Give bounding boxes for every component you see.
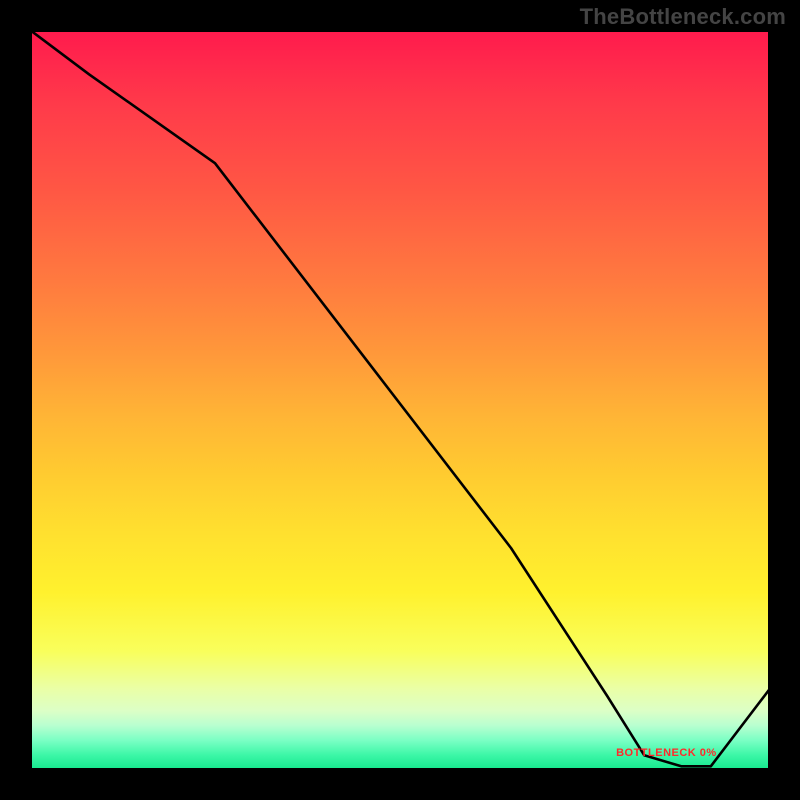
plot-gradient-bg (30, 30, 770, 770)
plot-area: BOTTLENECK 0% (30, 30, 770, 770)
chart-frame: TheBottleneck.com BOTTLENECK 0% (0, 0, 800, 800)
watermark-text: TheBottleneck.com (580, 4, 786, 30)
bottleneck-label: BOTTLENECK 0% (616, 747, 717, 759)
